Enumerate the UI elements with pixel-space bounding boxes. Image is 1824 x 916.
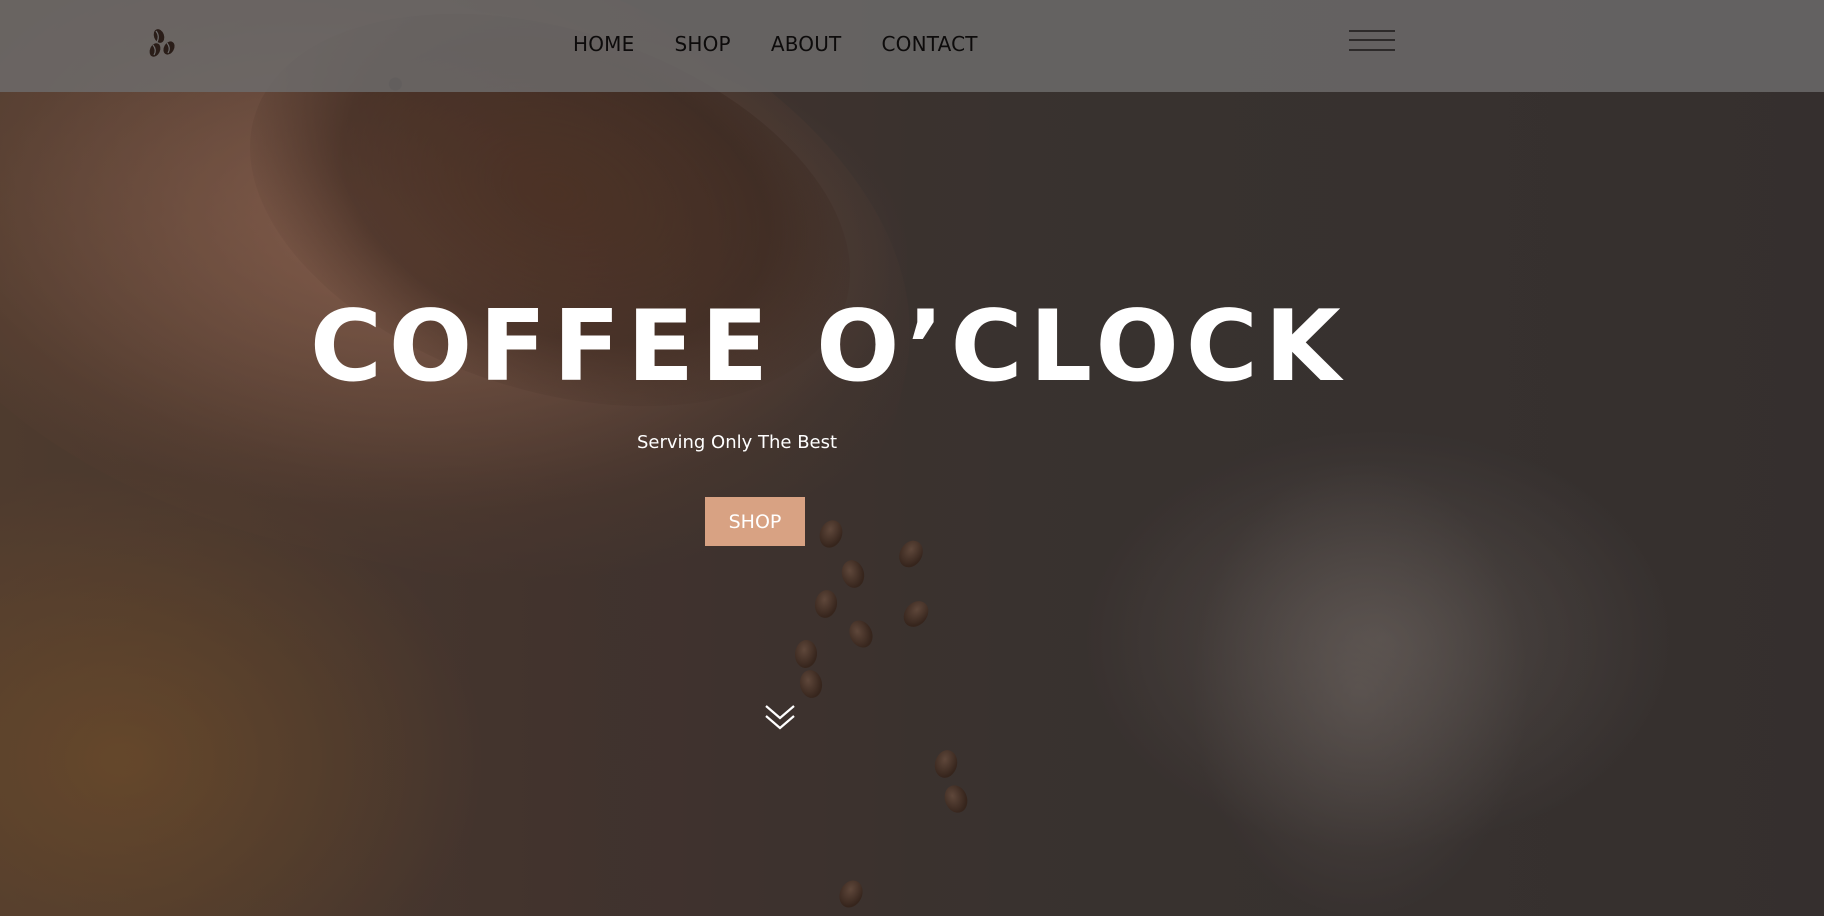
double-chevron-down-icon[interactable] (762, 702, 798, 736)
hamburger-menu-icon[interactable] (1349, 30, 1395, 54)
page: HOME SHOP ABOUT CONTACT COFFEE O’CLOCK S… (0, 0, 1824, 916)
hero-subtitle: Serving Only The Best (636, 432, 838, 453)
nav-link-contact[interactable]: CONTACT (881, 32, 977, 56)
coffee-beans-icon[interactable] (146, 27, 180, 61)
hero-overlay (0, 0, 1824, 916)
shop-button[interactable]: SHOP (705, 497, 805, 546)
hero-title: COFFEE O’CLOCK (310, 290, 1348, 404)
nav-link-home[interactable]: HOME (573, 32, 634, 56)
nav-link-about[interactable]: ABOUT (771, 32, 842, 56)
navbar: HOME SHOP ABOUT CONTACT (0, 0, 1824, 92)
nav-link-shop[interactable]: SHOP (674, 32, 730, 56)
nav-links: HOME SHOP ABOUT CONTACT (573, 32, 978, 56)
